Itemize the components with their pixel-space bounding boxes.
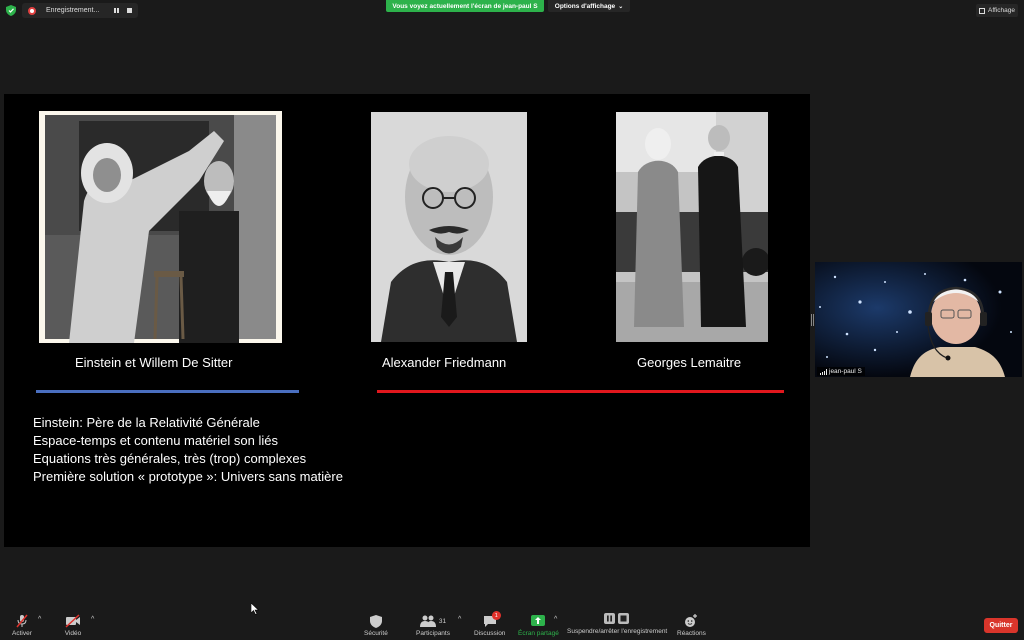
photo-friedmann	[371, 112, 527, 342]
chat-icon: 1	[481, 611, 501, 628]
pause-stop-recording-button[interactable]: Suspendre/arrêter l'enregistrement	[567, 612, 667, 635]
screen-share-banner: Vous voyez actuellement l'écran de jean-…	[386, 0, 544, 12]
recording-controls-label: Suspendre/arrêter l'enregistrement	[567, 628, 668, 635]
participant-video-feed	[815, 262, 1022, 377]
view-button[interactable]: Affichage	[976, 4, 1018, 17]
caption-friedmann: Alexander Friedmann	[382, 355, 507, 370]
security-label: Sécurité	[364, 630, 388, 637]
chevron-down-icon: ⌄	[618, 3, 624, 10]
participant-name: jean-paul S	[829, 368, 862, 375]
participants-icon: 31	[416, 614, 450, 628]
grid-icon	[979, 7, 985, 14]
view-label: Affichage	[988, 7, 1015, 14]
audio-options-caret[interactable]: ^	[38, 616, 41, 623]
slide-line: Espace-temps et contenu matériel son lié…	[33, 433, 278, 448]
photo-einstein-de-sitter	[39, 111, 282, 343]
unmute-button[interactable]: Activer	[12, 614, 32, 637]
photo-einstein-de-sitter-image	[45, 115, 276, 343]
participant-video[interactable]: jean-paul S	[815, 262, 1022, 377]
camera-off-icon	[64, 614, 82, 628]
divider-red	[377, 390, 784, 393]
shield-icon[interactable]	[6, 5, 16, 16]
security-button[interactable]: Sécurité	[364, 614, 388, 637]
slide-line: Première solution « prototype »: Univers…	[33, 469, 343, 484]
slide-text: Einstein: Père de la Relativité Générale…	[33, 414, 343, 486]
participant-name-tag: jean-paul S	[817, 367, 865, 376]
recording-controls-icon	[603, 612, 631, 626]
chat-label: Discussion	[474, 630, 506, 637]
slide-line: Equations très générales, très (trop) co…	[33, 451, 307, 466]
signal-icon	[820, 368, 827, 375]
caption-lemaitre: Georges Lemaitre	[637, 355, 742, 370]
video-button[interactable]: Vidéo	[64, 614, 82, 637]
video-label: Vidéo	[64, 630, 82, 637]
chat-badge: 1	[491, 611, 501, 620]
recording-dot-icon	[28, 6, 36, 15]
emoji-plus-icon	[682, 614, 700, 628]
photo-friedmann-image	[371, 112, 527, 342]
divider-blue	[36, 390, 299, 393]
reactions-button[interactable]: Réactions	[677, 614, 706, 637]
participants-button[interactable]: 31 Participants	[416, 614, 450, 637]
shield-icon	[367, 614, 385, 628]
caption-einstein-de-sitter: Einstein et Willem De Sitter	[75, 355, 233, 370]
share-options-caret[interactable]: ^	[554, 616, 557, 623]
stop-icon	[126, 8, 132, 13]
video-options-caret[interactable]: ^	[91, 616, 94, 623]
resize-handle[interactable]	[811, 314, 814, 326]
pause-icon	[113, 8, 119, 13]
view-options-button[interactable]: Options d'affichage ⌄	[548, 0, 630, 12]
recording-label: Enregistrement...	[46, 7, 100, 14]
reactions-label: Réactions	[677, 630, 706, 637]
photo-einstein-lemaitre	[616, 112, 768, 342]
photo-einstein-lemaitre-image	[616, 112, 768, 342]
mouse-cursor-icon	[251, 603, 259, 615]
participants-count: 31	[438, 617, 447, 625]
view-options-label: Options d'affichage	[554, 2, 616, 10]
share-screen-icon	[529, 614, 547, 628]
quit-button[interactable]: Quitter	[984, 618, 1018, 633]
stop-recording-button[interactable]	[124, 6, 134, 16]
recording-indicator[interactable]: Enregistrement...	[22, 3, 138, 18]
share-screen-button[interactable]: Écran partagé	[518, 614, 559, 637]
participants-label: Participants	[416, 630, 450, 637]
unmute-label: Activer	[12, 630, 32, 637]
slide-line: Einstein: Père de la Relativité Générale	[33, 415, 260, 430]
share-screen-label: Écran partagé	[518, 630, 559, 637]
chat-button[interactable]: 1 Discussion	[474, 611, 506, 637]
microphone-muted-icon	[13, 614, 31, 628]
pause-recording-button[interactable]	[111, 6, 121, 16]
participants-options-caret[interactable]: ^	[458, 616, 461, 623]
shared-screen: Einstein et Willem De Sitter Alexander F…	[4, 94, 810, 547]
